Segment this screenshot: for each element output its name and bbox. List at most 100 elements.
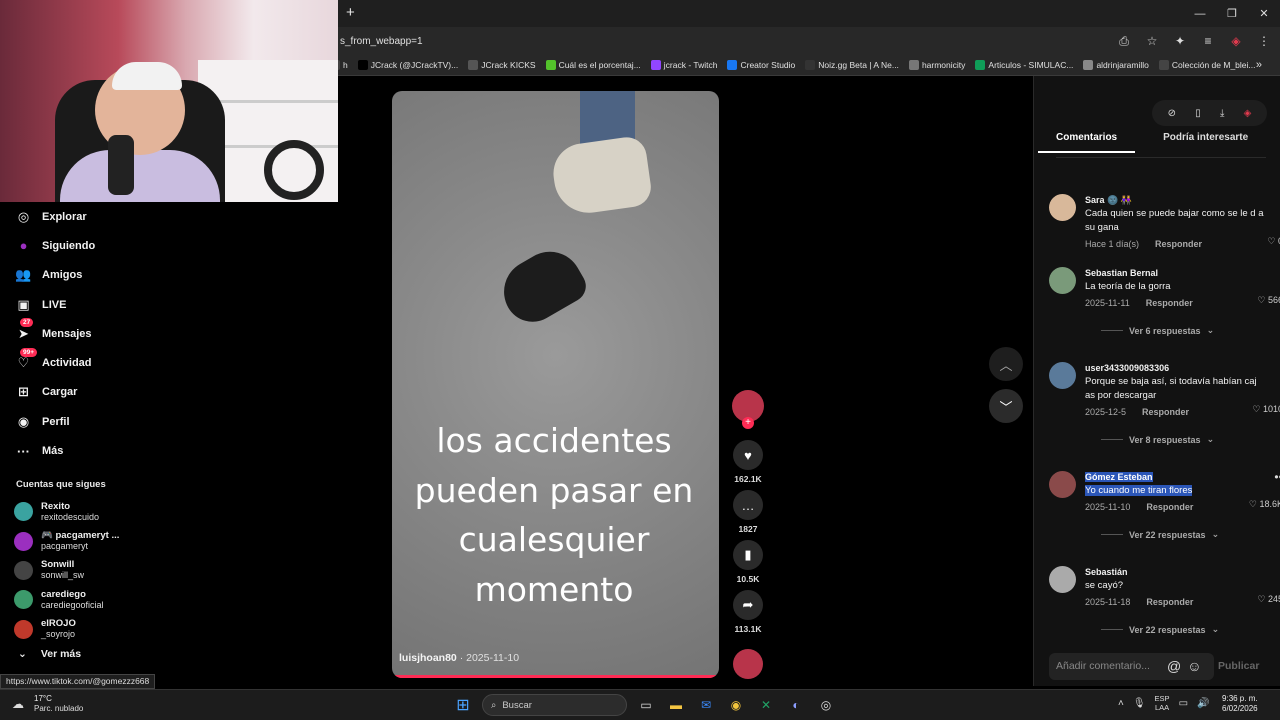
- sidebar-item-perfil[interactable]: ◉ Perfil: [14, 407, 154, 436]
- tab-podria-interesarte[interactable]: Podría interesarte: [1163, 132, 1248, 153]
- task-view-icon[interactable]: ▭: [635, 694, 657, 716]
- bookmark-item[interactable]: Creator Studio: [727, 60, 795, 70]
- followed-account[interactable]: 🎮 pacgameryt ... pacgameryt: [14, 526, 119, 555]
- sidebar-item-explorar[interactable]: ◎ Explorar: [14, 202, 154, 231]
- bookmark-item[interactable]: Cuál es el porcentaj...: [545, 60, 641, 70]
- volume-icon[interactable]: 🔊: [1197, 698, 1209, 709]
- download-icon[interactable]: ⤓: [1220, 108, 1224, 119]
- install-app-icon[interactable]: ⎙: [1116, 33, 1132, 49]
- network-icon[interactable]: ▭: [1179, 698, 1188, 709]
- avatar[interactable]: [1049, 471, 1076, 498]
- mention-icon[interactable]: @: [1167, 658, 1181, 674]
- view-replies-button[interactable]: Ver 8 respuestas ⌄: [1101, 434, 1214, 445]
- sidebar-item-cargar[interactable]: ⊞ Cargar: [14, 378, 154, 407]
- tab-comentarios[interactable]: Comentarios: [1038, 132, 1136, 153]
- bookmark-item[interactable]: Noiz.gg Beta | A Ne...: [805, 60, 899, 70]
- view-replies-button[interactable]: Ver 22 respuestas ⌄: [1101, 529, 1219, 540]
- bookmark-icon[interactable]: ▮: [733, 540, 763, 570]
- chrome-icon[interactable]: ◉: [725, 694, 747, 716]
- avatar[interactable]: [1049, 194, 1076, 221]
- compass-icon[interactable]: ⊘: [1168, 108, 1176, 119]
- heart-icon[interactable]: ♥: [733, 440, 763, 470]
- close-window-button[interactable]: ✕: [1248, 0, 1280, 27]
- reply-button[interactable]: Responder: [1146, 502, 1193, 512]
- followed-account[interactable]: carediego carediegooficial: [14, 585, 119, 614]
- taskbar-search[interactable]: ⌕ Buscar: [482, 694, 627, 716]
- bookmark-item[interactable]: JCrack (@JCrackTV)...: [357, 60, 458, 70]
- discord-icon[interactable]: ◐: [785, 694, 807, 716]
- emoji-icon[interactable]: ☺: [1187, 658, 1201, 674]
- video-progress-bar[interactable]: [392, 675, 719, 678]
- view-replies-button[interactable]: Ver 6 respuestas ⌄: [1101, 325, 1214, 336]
- bookmarks-overflow-button[interactable]: »: [1256, 59, 1262, 71]
- share-arrow-icon[interactable]: ➦: [733, 590, 763, 620]
- clock[interactable]: 9:36 p. m. 6/02/2026: [1222, 694, 1258, 714]
- comment-author[interactable]: user3433009083306: [1085, 362, 1265, 375]
- publish-button[interactable]: Publicar: [1218, 660, 1259, 672]
- avatar[interactable]: [1049, 362, 1076, 389]
- reply-button[interactable]: Responder: [1142, 407, 1189, 417]
- sidebar-item-ms[interactable]: ··· Más: [14, 436, 154, 465]
- phone-icon[interactable]: ▯: [1195, 108, 1201, 119]
- next-video-button[interactable]: ﹀: [989, 389, 1023, 423]
- sidebar-item-siguiendo[interactable]: ● Siguiendo: [14, 231, 154, 260]
- url-field[interactable]: s_from_webapp=1: [340, 36, 423, 47]
- sound-disc-icon[interactable]: [733, 649, 763, 679]
- video-player[interactable]: los accidentes pueden pasar en cualesqui…: [392, 91, 719, 678]
- reply-button[interactable]: Responder: [1146, 298, 1193, 308]
- video-author-name[interactable]: luisjhoan80: [399, 652, 457, 664]
- sidebar-item-amigos[interactable]: 👥 Amigos: [14, 261, 154, 290]
- maximize-button[interactable]: ❐: [1216, 0, 1248, 27]
- comment-like[interactable]: ♡ 245: [1257, 594, 1280, 605]
- minimize-button[interactable]: —: [1184, 0, 1216, 27]
- profile-icon[interactable]: ◈: [1228, 33, 1244, 49]
- previous-video-button[interactable]: ︿: [989, 347, 1023, 381]
- bookmark-item[interactable]: jcrack - Twitch: [650, 60, 717, 70]
- comment-like[interactable]: ♡ 18.6K: [1249, 499, 1280, 510]
- profile-avatar-icon[interactable]: ◈: [1244, 108, 1252, 119]
- bookmark-item[interactable]: JCrack KICKS: [468, 60, 536, 70]
- reply-button[interactable]: Responder: [1146, 597, 1193, 607]
- followed-account[interactable]: Rexito rexitodescuido: [14, 497, 119, 526]
- bookmark-star-icon[interactable]: ☆: [1144, 33, 1160, 49]
- creator-avatar[interactable]: +: [732, 390, 764, 429]
- reply-button[interactable]: Responder: [1155, 239, 1202, 249]
- bookmark-item[interactable]: harmonicity: [908, 60, 965, 70]
- comment-bubble-icon[interactable]: …: [733, 490, 763, 520]
- comment-author[interactable]: Sara 🌚 👭: [1085, 194, 1265, 207]
- comment-like[interactable]: ♡ 1010: [1252, 404, 1280, 415]
- avatar[interactable]: [1049, 267, 1076, 294]
- extensions-icon[interactable]: ✦: [1172, 33, 1188, 49]
- excel-icon[interactable]: ✕: [755, 694, 777, 716]
- followed-account[interactable]: Sonwill sonwill_sw: [14, 556, 119, 585]
- view-replies-button[interactable]: Ver 22 respuestas ⌄: [1101, 624, 1219, 635]
- media-controls-icon[interactable]: ≡: [1200, 33, 1216, 49]
- file-explorer-icon[interactable]: ▬: [665, 694, 687, 716]
- bookmark-item[interactable]: aldrinjaramillo: [1083, 60, 1149, 70]
- follow-plus-icon[interactable]: +: [742, 417, 754, 429]
- bookmark-item[interactable]: Articulos - SIMULAC...: [975, 60, 1073, 70]
- new-tab-button[interactable]: +: [346, 4, 355, 21]
- comment-like[interactable]: ♡ 566: [1257, 295, 1280, 306]
- see-more-button[interactable]: ⌄ Ver más: [18, 648, 81, 660]
- comment-author[interactable]: Sebastián: [1085, 566, 1265, 579]
- sidebar-item-mensajes[interactable]: ➤ 27 Mensajes: [14, 318, 154, 348]
- weather-widget[interactable]: ☁ 17°C Parc. nublado: [12, 694, 83, 714]
- browser-menu-icon[interactable]: ⋮: [1256, 33, 1272, 49]
- obs-icon[interactable]: ◎: [815, 694, 837, 716]
- sidebar-item-actividad[interactable]: ♡ 99+ Actividad: [14, 347, 154, 377]
- comment-author[interactable]: Gómez Esteban: [1085, 471, 1265, 484]
- tray-chevron-up-icon[interactable]: ˄: [1118, 698, 1124, 709]
- bookmark-item[interactable]: Colección de M_blei...: [1158, 60, 1256, 70]
- comment-author[interactable]: Sebastian Bernal: [1085, 267, 1265, 280]
- microphone-icon[interactable]: 🎙: [1133, 698, 1146, 709]
- followed-account[interactable]: elROJO _soyrojo: [14, 615, 119, 644]
- outlook-icon[interactable]: ✉: [695, 694, 717, 716]
- language-indicator[interactable]: ESP LAA: [1155, 694, 1170, 712]
- comment-like[interactable]: ♡ 0: [1267, 236, 1280, 247]
- windows-start-icon[interactable]: ⊞: [452, 694, 474, 716]
- more-options-icon[interactable]: •••: [1274, 470, 1280, 484]
- avatar[interactable]: [1049, 566, 1076, 593]
- video-author[interactable]: luisjhoan80 · 2025-11-10: [399, 652, 519, 664]
- sidebar-item-live[interactable]: ▣ LIVE: [14, 290, 154, 319]
